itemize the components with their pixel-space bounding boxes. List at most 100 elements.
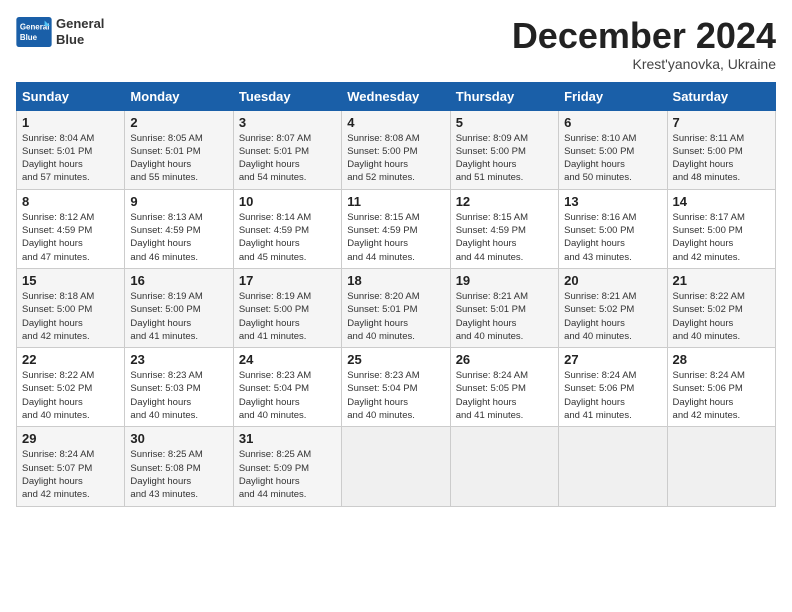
calendar-cell: 25 Sunrise: 8:23 AM Sunset: 5:04 PM Dayl… <box>342 348 450 427</box>
day-number: 8 <box>22 194 119 209</box>
day-info: Sunrise: 8:24 AM Sunset: 5:06 PM Dayligh… <box>673 369 770 422</box>
day-number: 5 <box>456 115 553 130</box>
svg-text:Blue: Blue <box>20 33 38 42</box>
day-info: Sunrise: 8:08 AM Sunset: 5:00 PM Dayligh… <box>347 132 444 185</box>
calendar-cell: 16 Sunrise: 8:19 AM Sunset: 5:00 PM Dayl… <box>125 268 233 347</box>
day-number: 15 <box>22 273 119 288</box>
calendar-cell: 24 Sunrise: 8:23 AM Sunset: 5:04 PM Dayl… <box>233 348 341 427</box>
calendar-cell: 22 Sunrise: 8:22 AM Sunset: 5:02 PM Dayl… <box>17 348 125 427</box>
day-number: 12 <box>456 194 553 209</box>
day-number: 14 <box>673 194 770 209</box>
calendar-cell: 10 Sunrise: 8:14 AM Sunset: 4:59 PM Dayl… <box>233 189 341 268</box>
day-info: Sunrise: 8:14 AM Sunset: 4:59 PM Dayligh… <box>239 211 336 264</box>
day-number: 21 <box>673 273 770 288</box>
day-info: Sunrise: 8:21 AM Sunset: 5:02 PM Dayligh… <box>564 290 661 343</box>
calendar-cell: 7 Sunrise: 8:11 AM Sunset: 5:00 PM Dayli… <box>667 110 775 189</box>
day-info: Sunrise: 8:16 AM Sunset: 5:00 PM Dayligh… <box>564 211 661 264</box>
calendar-cell <box>667 427 775 506</box>
day-info: Sunrise: 8:22 AM Sunset: 5:02 PM Dayligh… <box>673 290 770 343</box>
day-info: Sunrise: 8:20 AM Sunset: 5:01 PM Dayligh… <box>347 290 444 343</box>
day-number: 23 <box>130 352 227 367</box>
day-info: Sunrise: 8:24 AM Sunset: 5:06 PM Dayligh… <box>564 369 661 422</box>
weekday-header: Thursday <box>450 82 558 110</box>
calendar-cell: 30 Sunrise: 8:25 AM Sunset: 5:08 PM Dayl… <box>125 427 233 506</box>
day-number: 10 <box>239 194 336 209</box>
calendar-week-row: 29 Sunrise: 8:24 AM Sunset: 5:07 PM Dayl… <box>17 427 776 506</box>
weekday-header: Saturday <box>667 82 775 110</box>
calendar-cell: 15 Sunrise: 8:18 AM Sunset: 5:00 PM Dayl… <box>17 268 125 347</box>
day-info: Sunrise: 8:25 AM Sunset: 5:09 PM Dayligh… <box>239 448 336 501</box>
weekday-header: Friday <box>559 82 667 110</box>
day-info: Sunrise: 8:15 AM Sunset: 4:59 PM Dayligh… <box>347 211 444 264</box>
month-title: December 2024 <box>512 16 776 56</box>
calendar-cell: 19 Sunrise: 8:21 AM Sunset: 5:01 PM Dayl… <box>450 268 558 347</box>
calendar-cell: 21 Sunrise: 8:22 AM Sunset: 5:02 PM Dayl… <box>667 268 775 347</box>
day-info: Sunrise: 8:23 AM Sunset: 5:03 PM Dayligh… <box>130 369 227 422</box>
day-number: 6 <box>564 115 661 130</box>
day-number: 13 <box>564 194 661 209</box>
calendar-cell: 2 Sunrise: 8:05 AM Sunset: 5:01 PM Dayli… <box>125 110 233 189</box>
calendar-week-row: 22 Sunrise: 8:22 AM Sunset: 5:02 PM Dayl… <box>17 348 776 427</box>
day-number: 7 <box>673 115 770 130</box>
day-number: 4 <box>347 115 444 130</box>
day-info: Sunrise: 8:23 AM Sunset: 5:04 PM Dayligh… <box>239 369 336 422</box>
logo: General Blue General Blue <box>16 16 104 47</box>
logo-icon: General Blue <box>16 17 52 47</box>
weekday-header: Wednesday <box>342 82 450 110</box>
day-info: Sunrise: 8:07 AM Sunset: 5:01 PM Dayligh… <box>239 132 336 185</box>
calendar-body: 1 Sunrise: 8:04 AM Sunset: 5:01 PM Dayli… <box>17 110 776 506</box>
day-info: Sunrise: 8:19 AM Sunset: 5:00 PM Dayligh… <box>239 290 336 343</box>
calendar-week-row: 1 Sunrise: 8:04 AM Sunset: 5:01 PM Dayli… <box>17 110 776 189</box>
day-number: 1 <box>22 115 119 130</box>
weekday-header: Tuesday <box>233 82 341 110</box>
calendar-cell: 9 Sunrise: 8:13 AM Sunset: 4:59 PM Dayli… <box>125 189 233 268</box>
calendar-cell: 26 Sunrise: 8:24 AM Sunset: 5:05 PM Dayl… <box>450 348 558 427</box>
day-info: Sunrise: 8:12 AM Sunset: 4:59 PM Dayligh… <box>22 211 119 264</box>
day-number: 27 <box>564 352 661 367</box>
calendar-cell: 27 Sunrise: 8:24 AM Sunset: 5:06 PM Dayl… <box>559 348 667 427</box>
calendar-cell <box>559 427 667 506</box>
day-info: Sunrise: 8:11 AM Sunset: 5:00 PM Dayligh… <box>673 132 770 185</box>
day-info: Sunrise: 8:15 AM Sunset: 4:59 PM Dayligh… <box>456 211 553 264</box>
day-number: 31 <box>239 431 336 446</box>
day-number: 22 <box>22 352 119 367</box>
day-info: Sunrise: 8:04 AM Sunset: 5:01 PM Dayligh… <box>22 132 119 185</box>
day-number: 2 <box>130 115 227 130</box>
day-number: 25 <box>347 352 444 367</box>
calendar-cell <box>450 427 558 506</box>
calendar-cell: 20 Sunrise: 8:21 AM Sunset: 5:02 PM Dayl… <box>559 268 667 347</box>
day-number: 9 <box>130 194 227 209</box>
calendar-cell: 3 Sunrise: 8:07 AM Sunset: 5:01 PM Dayli… <box>233 110 341 189</box>
day-info: Sunrise: 8:05 AM Sunset: 5:01 PM Dayligh… <box>130 132 227 185</box>
day-info: Sunrise: 8:13 AM Sunset: 4:59 PM Dayligh… <box>130 211 227 264</box>
day-info: Sunrise: 8:23 AM Sunset: 5:04 PM Dayligh… <box>347 369 444 422</box>
calendar-cell: 28 Sunrise: 8:24 AM Sunset: 5:06 PM Dayl… <box>667 348 775 427</box>
day-info: Sunrise: 8:25 AM Sunset: 5:08 PM Dayligh… <box>130 448 227 501</box>
calendar-header-row: SundayMondayTuesdayWednesdayThursdayFrid… <box>17 82 776 110</box>
calendar-cell: 18 Sunrise: 8:20 AM Sunset: 5:01 PM Dayl… <box>342 268 450 347</box>
day-number: 18 <box>347 273 444 288</box>
day-info: Sunrise: 8:19 AM Sunset: 5:00 PM Dayligh… <box>130 290 227 343</box>
location-subtitle: Krest'yanovka, Ukraine <box>512 56 776 72</box>
calendar-cell: 6 Sunrise: 8:10 AM Sunset: 5:00 PM Dayli… <box>559 110 667 189</box>
calendar-cell: 31 Sunrise: 8:25 AM Sunset: 5:09 PM Dayl… <box>233 427 341 506</box>
calendar-cell: 23 Sunrise: 8:23 AM Sunset: 5:03 PM Dayl… <box>125 348 233 427</box>
calendar-table: SundayMondayTuesdayWednesdayThursdayFrid… <box>16 82 776 507</box>
calendar-cell: 4 Sunrise: 8:08 AM Sunset: 5:00 PM Dayli… <box>342 110 450 189</box>
calendar-week-row: 8 Sunrise: 8:12 AM Sunset: 4:59 PM Dayli… <box>17 189 776 268</box>
calendar-cell <box>342 427 450 506</box>
day-number: 28 <box>673 352 770 367</box>
day-info: Sunrise: 8:18 AM Sunset: 5:00 PM Dayligh… <box>22 290 119 343</box>
day-number: 17 <box>239 273 336 288</box>
title-block: December 2024 Krest'yanovka, Ukraine <box>512 16 776 72</box>
day-info: Sunrise: 8:10 AM Sunset: 5:00 PM Dayligh… <box>564 132 661 185</box>
calendar-week-row: 15 Sunrise: 8:18 AM Sunset: 5:00 PM Dayl… <box>17 268 776 347</box>
calendar-cell: 17 Sunrise: 8:19 AM Sunset: 5:00 PM Dayl… <box>233 268 341 347</box>
day-number: 11 <box>347 194 444 209</box>
calendar-cell: 29 Sunrise: 8:24 AM Sunset: 5:07 PM Dayl… <box>17 427 125 506</box>
day-number: 16 <box>130 273 227 288</box>
calendar-cell: 8 Sunrise: 8:12 AM Sunset: 4:59 PM Dayli… <box>17 189 125 268</box>
day-number: 3 <box>239 115 336 130</box>
day-number: 19 <box>456 273 553 288</box>
logo-text: General Blue <box>56 16 104 47</box>
